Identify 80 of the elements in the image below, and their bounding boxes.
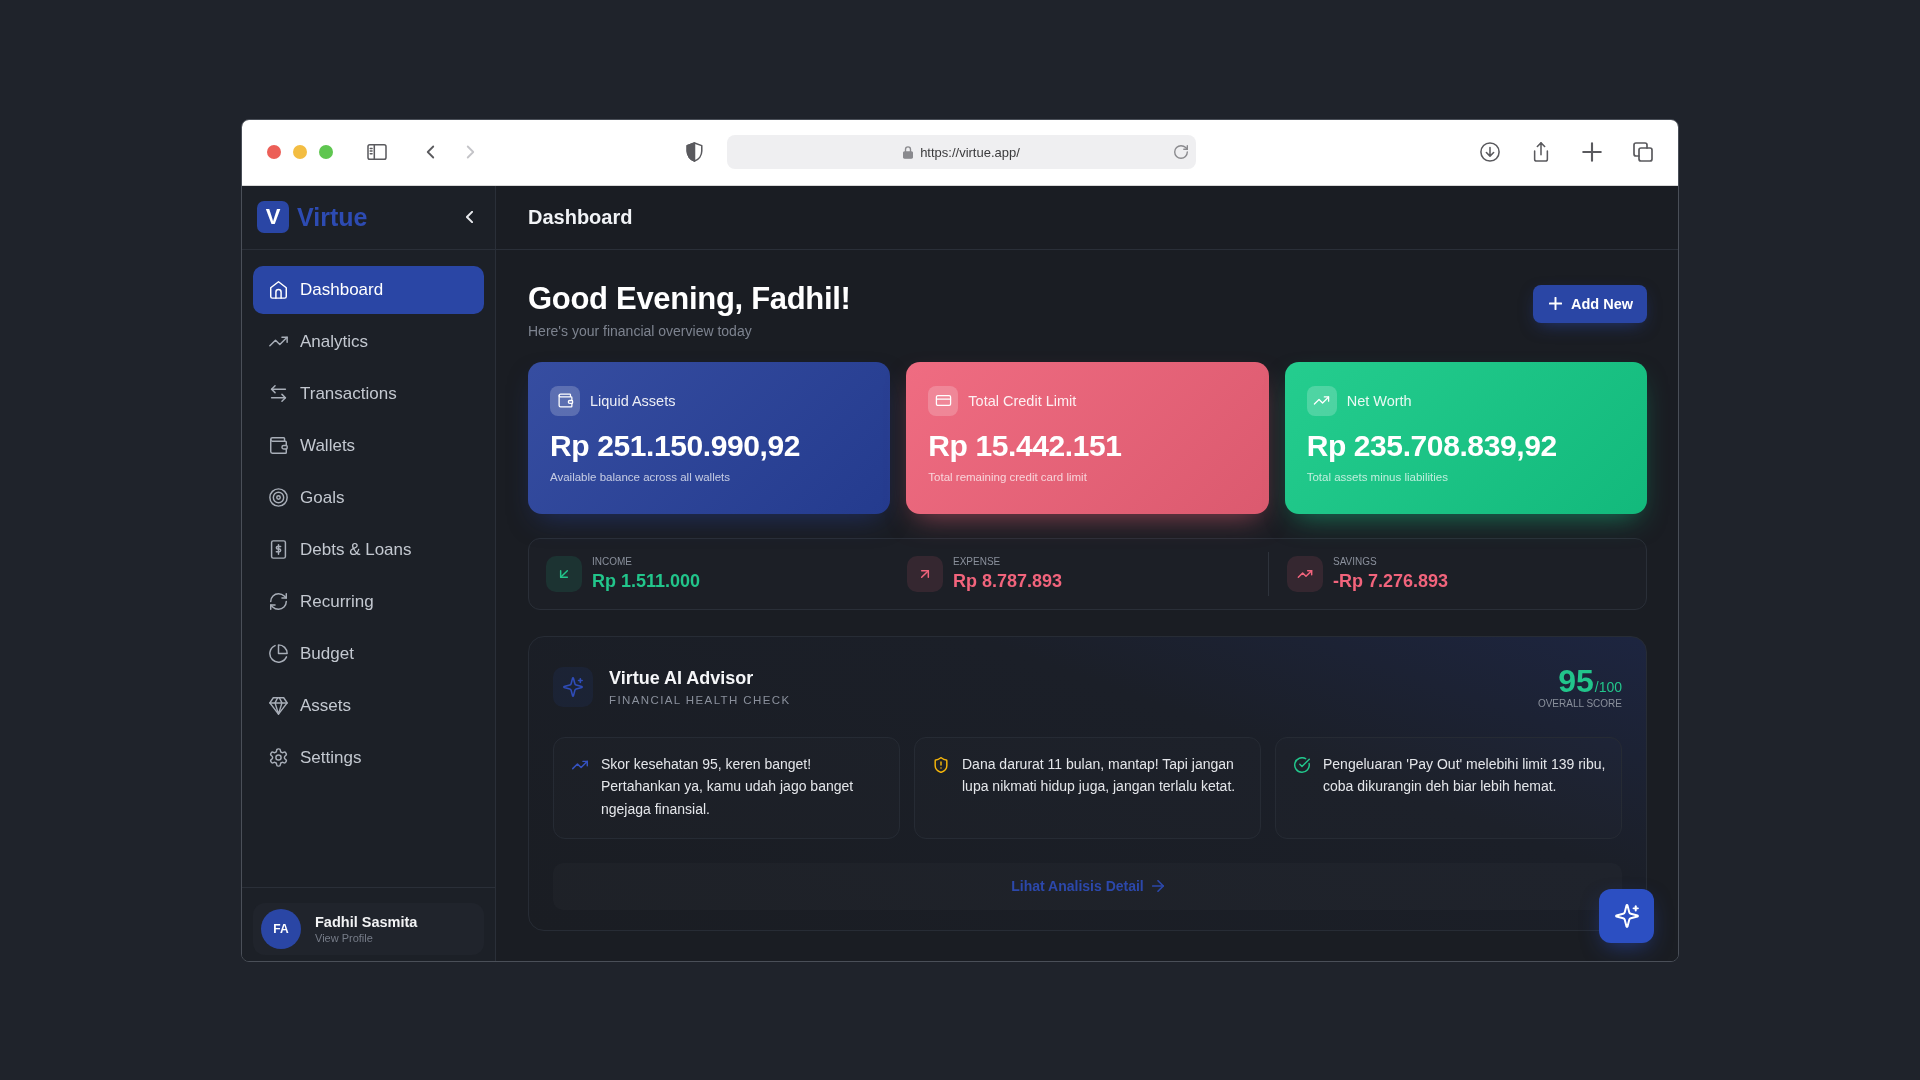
card-caption: Total remaining credit card limit <box>928 470 1088 483</box>
add-new-button[interactable]: Add New <box>1532 284 1647 323</box>
card-caption: Total assets minus liabilities <box>1306 470 1449 483</box>
sparkle-icon <box>1614 903 1639 928</box>
card-amount: Rp 15.442.151 <box>928 427 1123 464</box>
page-title: Dashboard <box>528 205 633 229</box>
advisor-title: Virtue AI Advisor <box>609 666 755 689</box>
card-label: Total Credit Limit <box>968 392 1077 409</box>
ai-assistant-button[interactable] <box>1599 888 1654 943</box>
brand-name: Virtue <box>297 202 368 232</box>
score-max: /100 <box>1594 678 1622 695</box>
minimize-dot-icon[interactable] <box>293 145 307 159</box>
target-icon <box>269 488 288 507</box>
user-name: Fadhil Sasmita <box>315 913 418 930</box>
home-icon <box>269 280 288 299</box>
new-tab-icon[interactable] <box>1582 142 1602 162</box>
arrow-right-icon <box>1151 880 1164 892</box>
insight-text: Pengeluaran 'Pay Out' melebihi limit 139 ribu, coba dikurangin deh biar lebih hemat. <box>1323 754 1607 796</box>
zoom-dot-icon[interactable] <box>319 145 333 159</box>
trend-up-icon <box>1287 555 1323 592</box>
sparkle-icon <box>553 666 593 707</box>
arrow-down-left-icon <box>546 555 582 592</box>
sidebar-nav-item[interactable]: Settings <box>253 733 484 782</box>
profile-button[interactable]: FA Fadhil Sasmita View Profile <box>253 902 484 955</box>
sidebar-nav-item[interactable]: Debts & Loans <box>253 525 484 574</box>
insight-text: Skor kesehatan 95, keren banget! Pertahankan ya, kamu udah jago banget ngejaga finansial. <box>601 754 855 819</box>
profile-subtitle: View Profile <box>315 931 374 944</box>
share-icon[interactable] <box>1531 142 1551 162</box>
wallet-icon <box>550 385 580 416</box>
sidebar-nav-item[interactable]: Recurring <box>253 577 484 626</box>
card-label: Net Worth <box>1346 392 1412 409</box>
flow-label: INCOME <box>592 555 633 568</box>
sidebar-toggle-icon[interactable] <box>366 143 388 161</box>
card-amount: Rp 235.708.839,92 <box>1306 427 1558 464</box>
close-dot-icon[interactable] <box>267 145 281 159</box>
card-amount: Rp 251.150.990,92 <box>550 427 802 464</box>
arrow-up-right-icon <box>907 555 943 592</box>
reload-icon[interactable] <box>1174 145 1188 159</box>
check-circle-icon <box>1294 756 1310 773</box>
card-label: Liquid Assets <box>590 392 676 409</box>
flow-amount: Rp 1.511.000 <box>592 570 701 592</box>
diamond-icon <box>269 696 288 715</box>
dollar-receipt-icon <box>269 540 288 559</box>
insight-text: Dana darurat 11 bulan, mantap! Tapi jangan lupa nikmati hidup juga, jangan terlalu ketat. <box>962 754 1237 796</box>
sidebar-nav-item[interactable]: Budget <box>253 629 484 678</box>
lock-icon <box>903 145 914 159</box>
score-label: OVERALL SCORE <box>1537 697 1622 710</box>
sidebar-nav-item[interactable]: Transactions <box>253 369 484 418</box>
back-icon[interactable] <box>425 144 436 160</box>
sidebar-nav-item[interactable]: Wallets <box>253 421 484 470</box>
url-text: https://virtue.app/ <box>920 144 1020 160</box>
flow-amount: -Rp 7.276.893 <box>1333 570 1449 592</box>
pie-chart-icon <box>269 644 288 663</box>
swap-arrows-icon <box>269 384 288 403</box>
user-avatar: FA <box>261 908 301 949</box>
sidebar-nav-item[interactable]: Assets <box>253 681 484 730</box>
greeting-title: Good Evening, Fadhil! <box>528 279 851 318</box>
score-value: 95 <box>1558 663 1594 698</box>
flow-label: SAVINGS <box>1333 555 1378 568</box>
sidebar-nav-item[interactable]: Goals <box>253 473 484 522</box>
flow-amount: Rp 8.787.893 <box>953 570 1063 592</box>
trend-up-icon <box>1306 385 1337 416</box>
sidebar-nav-item[interactable]: Analytics <box>253 317 484 366</box>
logo-mark: V <box>257 201 289 233</box>
download-icon[interactable] <box>1480 142 1500 162</box>
shield-alert-icon <box>933 756 949 773</box>
credit-card-icon <box>928 385 959 416</box>
collapse-sidebar-icon[interactable] <box>466 211 473 223</box>
tabs-overview-icon[interactable] <box>1633 142 1653 162</box>
greeting-subtitle: Here's your financial overview today <box>528 321 753 340</box>
sidebar-nav-item[interactable]: Dashboard <box>253 265 484 314</box>
flow-label: EXPENSE <box>953 555 1002 568</box>
address-bar[interactable]: https://virtue.app/ <box>727 135 1196 169</box>
advisor-subtitle: FINANCIAL HEALTH CHECK <box>609 692 791 707</box>
settings-icon <box>269 748 288 767</box>
card-caption: Available balance across all wallets <box>550 470 732 483</box>
wallet-icon <box>269 436 288 455</box>
shield-icon[interactable] <box>686 142 703 162</box>
refresh-icon <box>269 592 288 611</box>
plus-icon <box>1548 297 1562 310</box>
